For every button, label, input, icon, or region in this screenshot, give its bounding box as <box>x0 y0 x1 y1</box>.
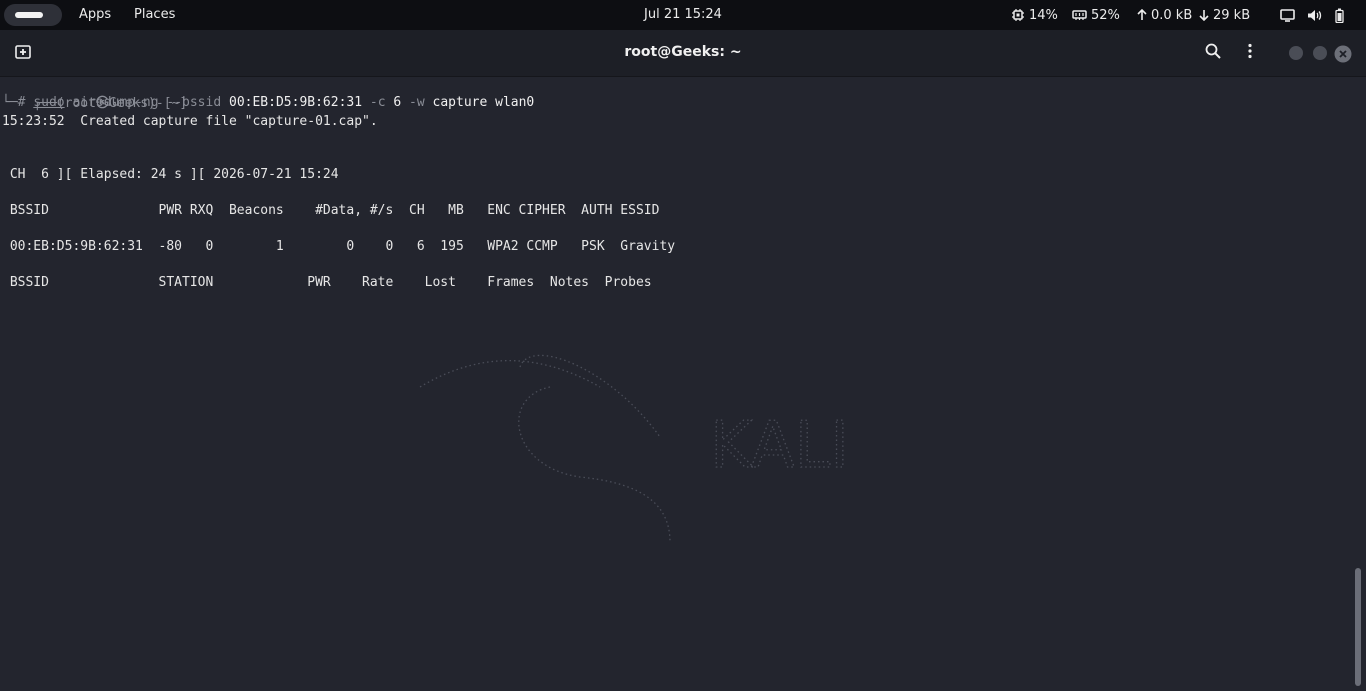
memory-indicator[interactable]: 52% <box>1072 0 1120 30</box>
arrow-down-icon <box>1199 10 1209 21</box>
upload-indicator[interactable]: 0.0 kB <box>1137 0 1192 30</box>
terminal-scrollbar[interactable] <box>1355 568 1361 686</box>
battery-icon <box>1335 8 1344 23</box>
window-title: root@Geeks: ~ <box>624 44 742 60</box>
search-button[interactable] <box>1205 43 1221 63</box>
clock[interactable]: Jul 21 15:24 <box>644 7 722 22</box>
places-menu[interactable]: Places <box>134 7 175 22</box>
cpu-indicator[interactable]: 14% <box>1011 0 1058 30</box>
kali-watermark: KALI <box>410 327 870 551</box>
cmd-program: airodump-ng <box>72 95 159 110</box>
cmd-value-write: capture wlan0 <box>432 95 535 110</box>
arrow-up-icon <box>1137 9 1147 20</box>
top-panel: Apps Places Jul 21 15:24 14% 52% 0.0 kB … <box>0 0 1366 30</box>
battery-indicator[interactable] <box>1335 0 1344 30</box>
memory-value: 52% <box>1091 7 1120 23</box>
cmd-value-channel: 6 <box>393 95 402 110</box>
display-icon <box>1280 8 1295 22</box>
ap-table-row: 00:EB:D5:9B:62:31 -80 0 1 0 0 6 195 WPA2… <box>2 239 676 254</box>
close-button[interactable] <box>1334 45 1352 67</box>
minimize-icon <box>1289 46 1303 60</box>
memory-icon <box>1072 10 1087 20</box>
cpu-value: 14% <box>1029 7 1058 23</box>
cpu-icon <box>1012 9 1024 21</box>
download-indicator[interactable]: 29 kB <box>1199 0 1250 30</box>
apps-menu[interactable]: Apps <box>79 7 111 22</box>
activities-icon <box>15 12 43 18</box>
output-status: CH 6 ][ Elapsed: 24 s ][ 2026-07-21 15:2… <box>2 167 339 182</box>
output-created: 15:23:52 Created capture file "capture-0… <box>2 114 378 129</box>
activities-button[interactable] <box>4 4 62 26</box>
maximize-button[interactable] <box>1312 45 1328 65</box>
maximize-icon <box>1313 46 1327 60</box>
menu-button[interactable] <box>1247 43 1253 63</box>
kebab-menu-icon <box>1248 43 1252 59</box>
ap-table-header: BSSID PWR RXQ Beacons #Data, #/s CH MB E… <box>2 203 660 218</box>
terminal-titlebar: root@Geeks: ~ <box>0 30 1366 77</box>
display-indicator[interactable] <box>1280 0 1295 30</box>
cmd-option-channel: -c <box>369 95 386 110</box>
station-table-header: BSSID STATION PWR Rate Lost Frames Notes… <box>2 275 652 290</box>
search-icon <box>1205 43 1221 59</box>
volume-icon <box>1308 9 1322 21</box>
cmd-option-write: -w <box>409 95 425 110</box>
close-icon <box>1334 45 1352 63</box>
cmd-value-bssid: 00:EB:D5:9B:62:31 <box>229 95 363 110</box>
command-line: └─# sudo airodump-ng --bssid 00:EB:D5:9B… <box>2 94 534 112</box>
terminal-area[interactable]: KALI ┌──(root㉿Geeks)-[~] └─# sudo airodu… <box>0 77 1354 691</box>
cmd-sudo: sudo <box>33 95 65 110</box>
prompt-hash: └─# <box>2 95 26 110</box>
cmd-option-bssid: --bssid <box>166 95 222 110</box>
svg-text:KALI: KALI <box>710 409 849 483</box>
upload-value: 0.0 kB <box>1151 7 1193 23</box>
download-value: 29 kB <box>1213 7 1251 23</box>
volume-indicator[interactable] <box>1307 0 1322 30</box>
minimize-button[interactable] <box>1288 45 1304 65</box>
